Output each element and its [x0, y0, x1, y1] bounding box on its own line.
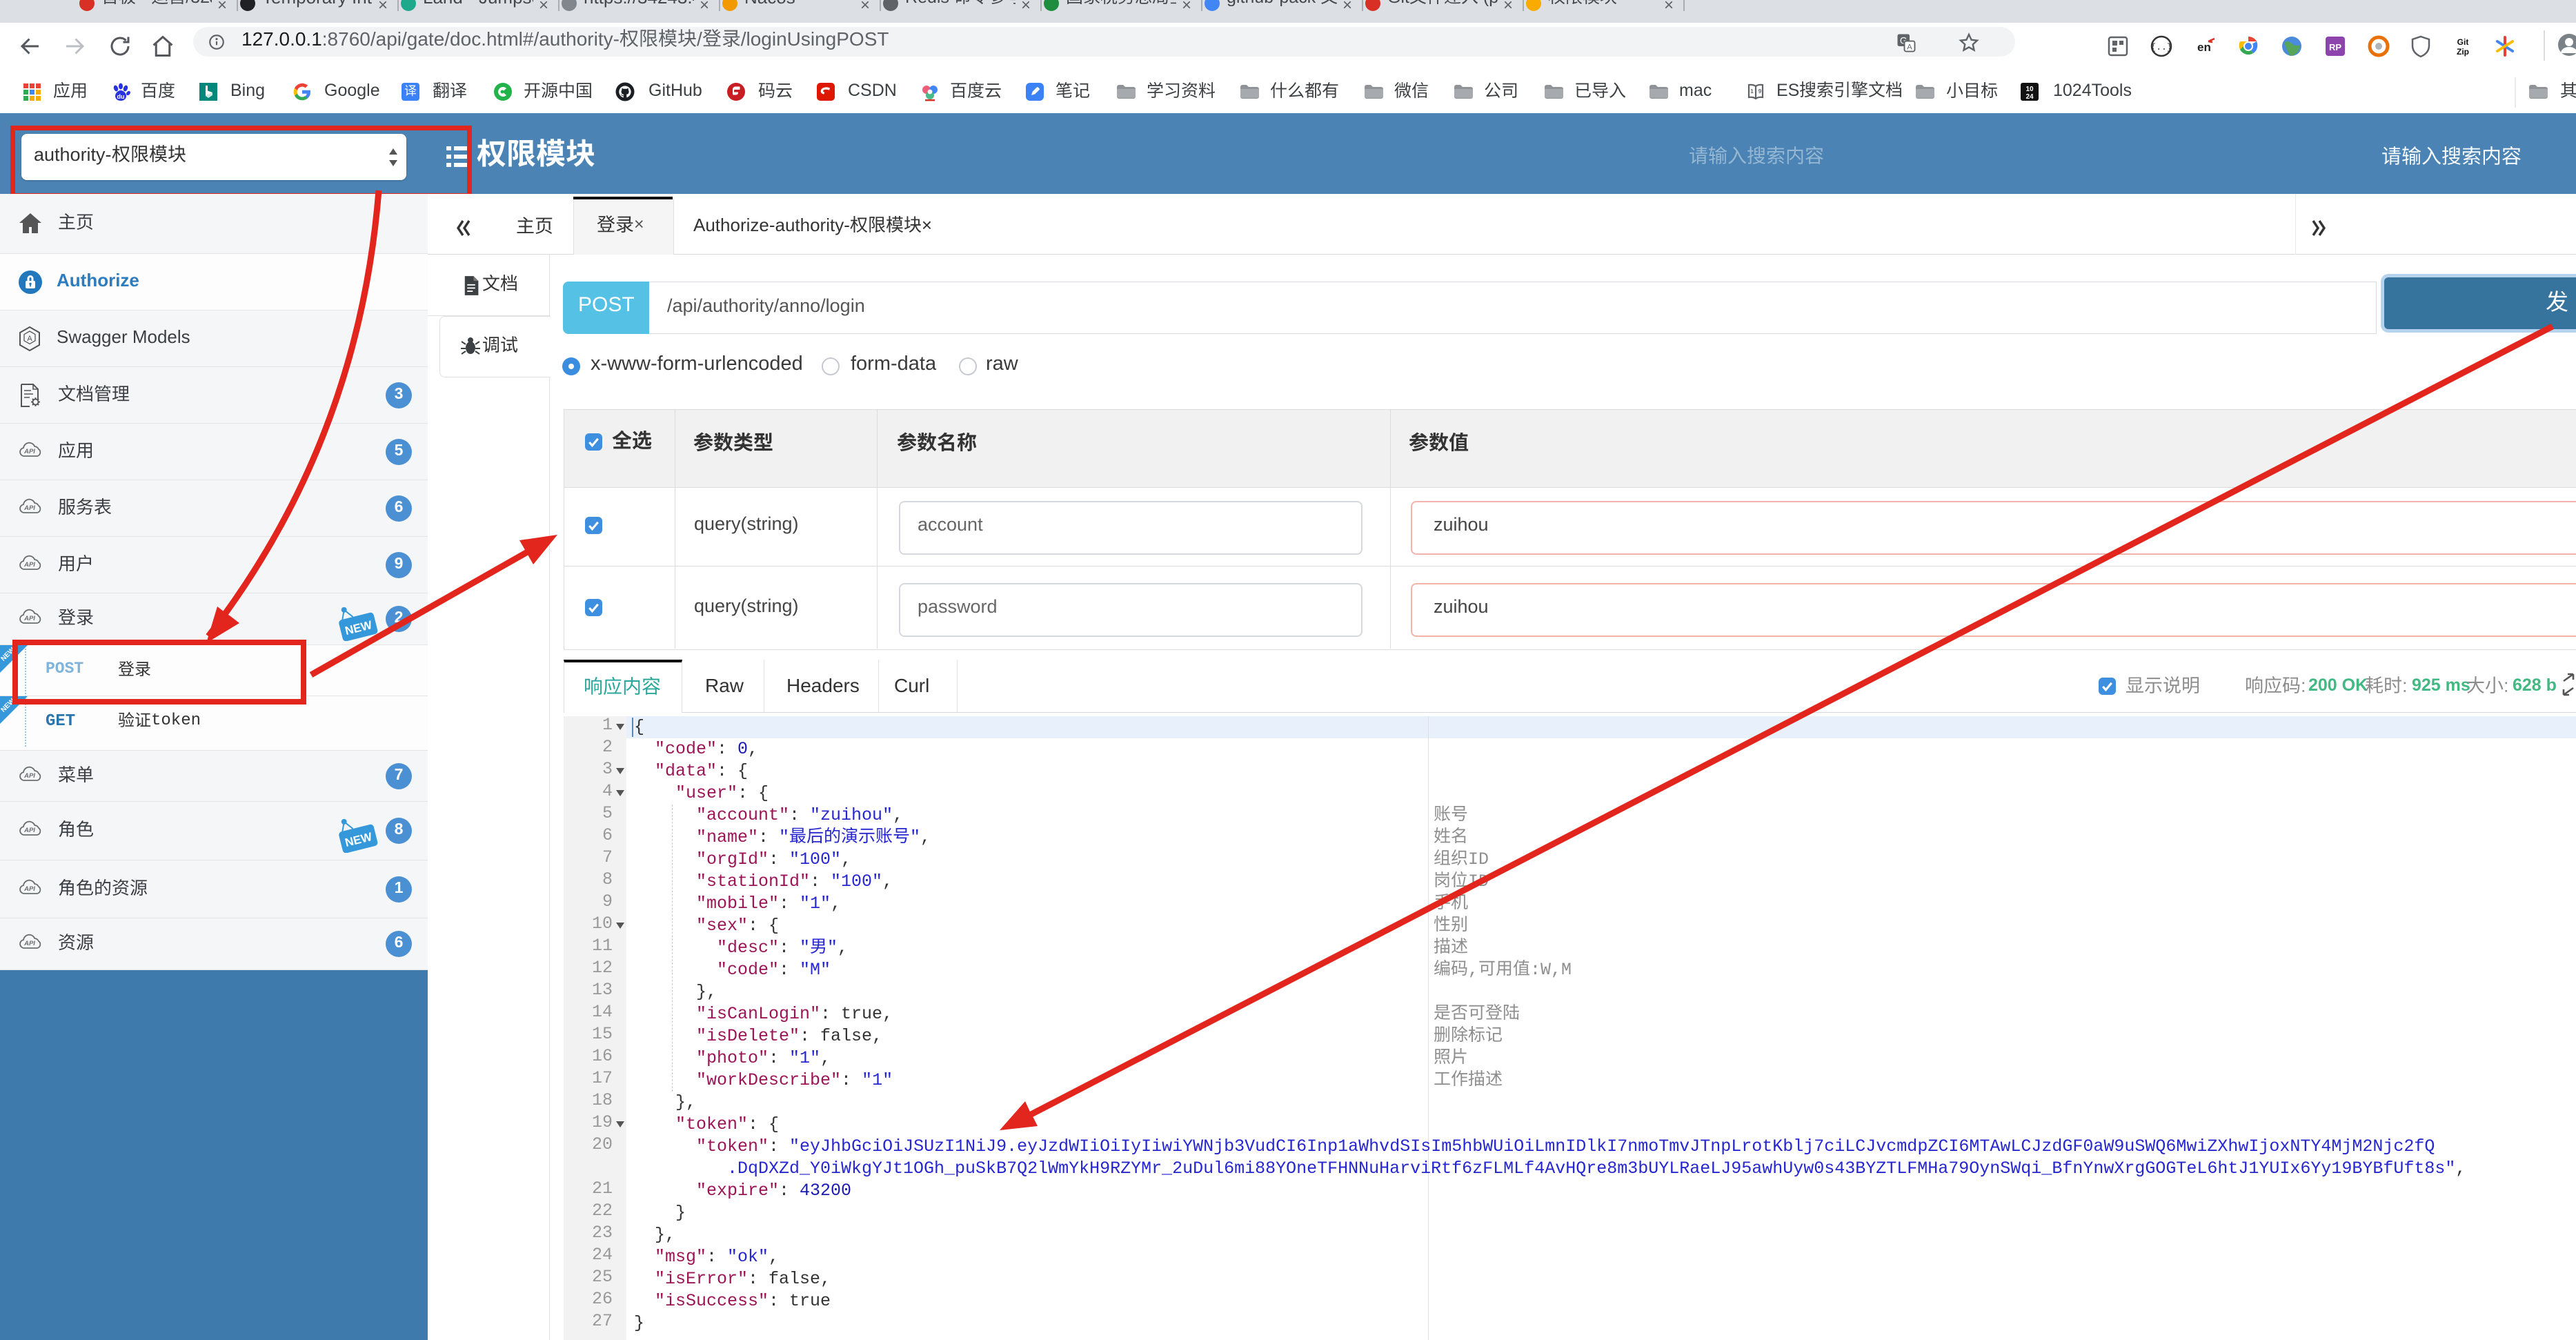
svg-text:API: API	[23, 940, 35, 947]
svg-text:API: API	[23, 561, 35, 569]
svg-text:1: 1	[1750, 88, 1754, 95]
svg-text:API: API	[23, 827, 35, 834]
svg-text:24: 24	[2025, 93, 2034, 101]
svg-text:RP: RP	[2329, 42, 2341, 52]
svg-text:en: en	[2197, 41, 2211, 54]
svg-text:API: API	[23, 615, 35, 622]
svg-text:API: API	[23, 504, 35, 512]
svg-text:Git: Git	[2457, 37, 2469, 47]
svg-text:10: 10	[2025, 86, 2034, 93]
svg-text:du: du	[117, 93, 125, 100]
svg-text:A: A	[1907, 43, 1912, 51]
svg-text:{..}: {..}	[2150, 42, 2172, 52]
svg-text:API: API	[23, 448, 35, 455]
svg-text:API: API	[23, 885, 35, 893]
svg-text:9: 9	[1758, 88, 1762, 95]
svg-text:API: API	[23, 772, 35, 780]
svg-text:Zip: Zip	[2457, 47, 2469, 57]
svg-text:A: A	[27, 335, 32, 343]
